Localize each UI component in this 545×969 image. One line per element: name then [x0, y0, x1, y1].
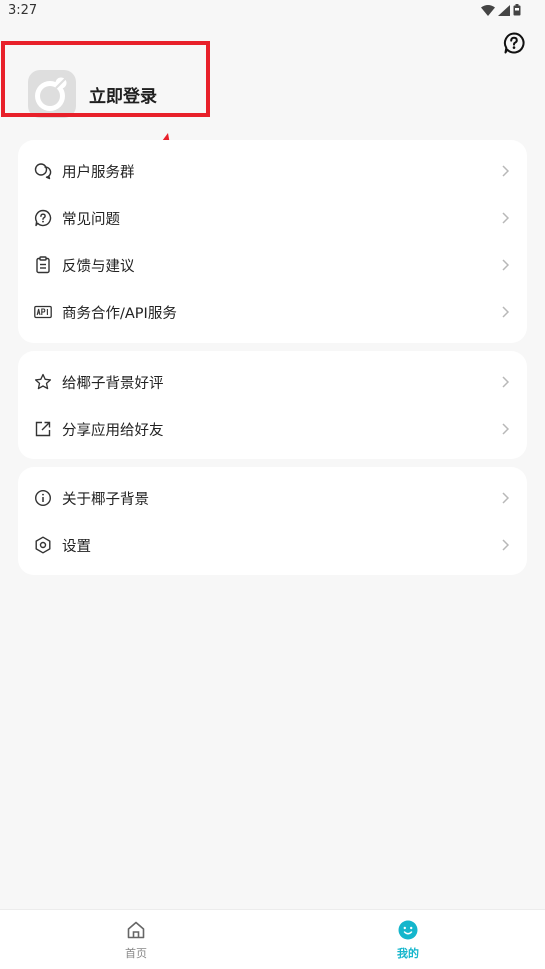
menu-label: 反馈与建议 — [62, 259, 135, 275]
nav-tab-home[interactable]: 首页 — [76, 910, 196, 969]
nav-tab-mine[interactable]: 我的 — [348, 910, 468, 969]
nav-label-mine: 我的 — [397, 947, 419, 960]
menu-label: 给椰子背景好评 — [62, 376, 164, 392]
nav-label-home: 首页 — [125, 947, 147, 960]
help-button[interactable] — [502, 31, 526, 55]
chevron-right-icon — [502, 165, 510, 177]
chat-group-icon — [34, 163, 52, 180]
chevron-right-icon — [502, 306, 510, 318]
chevron-right-icon — [502, 539, 510, 551]
menu-label: 关于椰子背景 — [62, 492, 149, 508]
api-icon — [34, 305, 52, 319]
status-icons — [481, 4, 521, 16]
chevron-right-icon — [502, 259, 510, 271]
bottom-nav: 首页 我的 — [0, 909, 545, 969]
menu-item-api[interactable]: 商务合作/API服务 — [18, 289, 527, 336]
star-icon — [34, 373, 52, 390]
menu-card-about: 关于椰子背景 设置 — [18, 467, 527, 575]
menu-card-support: 用户服务群 常见问题 反馈与建议 商务合作/API服务 — [18, 140, 527, 343]
menu-item-faq[interactable]: 常见问题 — [18, 195, 527, 242]
status-time: 3:27 — [8, 3, 38, 18]
menu-item-settings[interactable]: 设置 — [18, 522, 527, 569]
question-circle-icon — [503, 32, 525, 54]
chevron-right-icon — [502, 492, 510, 504]
menu-label: 常见问题 — [62, 212, 120, 228]
menu-label: 商务合作/API服务 — [62, 306, 177, 322]
info-icon — [34, 489, 52, 507]
smiley-icon — [398, 920, 418, 940]
menu-item-feedback[interactable]: 反馈与建议 — [18, 242, 527, 289]
menu-label: 设置 — [62, 539, 91, 555]
share-icon — [35, 421, 51, 437]
home-icon — [127, 921, 145, 939]
menu-item-user-group[interactable]: 用户服务群 — [18, 148, 527, 195]
menu-item-share[interactable]: 分享应用给好友 — [18, 406, 527, 453]
screen: 3:27 立即登录 用户服务群 常见问题 反馈与建议 商务合作/API服务 给椰… — [0, 0, 545, 969]
menu-item-about[interactable]: 关于椰子背景 — [18, 475, 527, 522]
menu-item-rate[interactable]: 给椰子背景好评 — [18, 359, 527, 406]
status-bar: 3:27 — [0, 0, 545, 24]
menu-card-share: 给椰子背景好评 分享应用给好友 — [18, 351, 527, 459]
menu-label: 分享应用给好友 — [62, 423, 164, 439]
chevron-right-icon — [502, 376, 510, 388]
highlight-box — [1, 41, 210, 117]
chevron-right-icon — [502, 423, 510, 435]
wifi-icon — [481, 4, 495, 16]
question-icon — [35, 209, 52, 227]
signal-icon — [498, 4, 510, 16]
gear-icon — [35, 536, 51, 554]
menu-label: 用户服务群 — [62, 165, 135, 181]
battery-icon — [513, 4, 521, 16]
clipboard-icon — [36, 256, 50, 274]
chevron-right-icon — [502, 212, 510, 224]
